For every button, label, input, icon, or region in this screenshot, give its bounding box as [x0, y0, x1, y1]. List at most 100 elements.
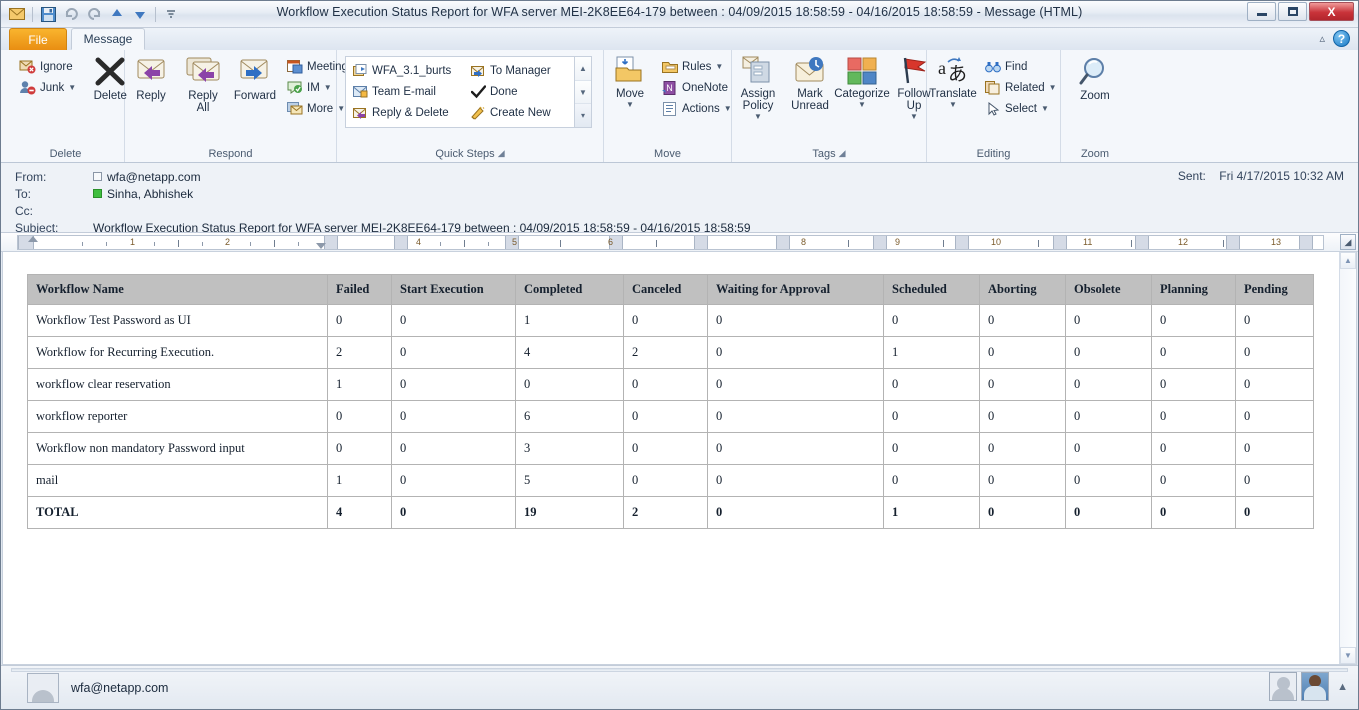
- ribbon-group-respond: Reply Reply All Forward Meeting IM ▼ Mor…: [125, 50, 348, 162]
- first-line-indent-marker[interactable]: [28, 236, 38, 242]
- rules-button[interactable]: Rules ▼: [658, 56, 736, 77]
- find-label: Find: [1005, 60, 1028, 73]
- ruler-track[interactable]: 1 2 4 5 6 8 9 10 11 12 13: [17, 235, 1324, 250]
- quick-step-label: Create New: [490, 106, 551, 119]
- recipient-avatar-photo[interactable]: [1301, 672, 1330, 701]
- scroll-up-icon[interactable]: ▲: [1340, 252, 1356, 269]
- help-icon[interactable]: ?: [1333, 30, 1350, 47]
- delete-label: Delete: [93, 90, 127, 102]
- related-button[interactable]: Related ▼: [981, 77, 1061, 98]
- vertical-scrollbar[interactable]: ▲ ▼: [1339, 252, 1356, 664]
- close-button[interactable]: X: [1309, 2, 1354, 21]
- ribbon-group-move: Move ▼ Rules ▼ N OneNote Actions ▼ Move: [604, 50, 732, 162]
- cell-total-failed: 4: [327, 496, 392, 529]
- presence-icon: [93, 172, 102, 181]
- quick-step-reply-delete[interactable]: Reply & Delete: [349, 102, 464, 123]
- from-label: From:: [15, 169, 47, 184]
- chevron-down-icon[interactable]: ▼: [626, 100, 634, 109]
- cell-start-execution: 0: [391, 304, 516, 337]
- quick-step-create-new[interactable]: Create New: [467, 102, 574, 123]
- cell-planning: 0: [1151, 304, 1236, 337]
- quick-step-team-email[interactable]: Team E-mail: [349, 81, 464, 102]
- move-button[interactable]: Move ▼: [604, 54, 656, 109]
- cc-row: Cc:: [1, 202, 1358, 219]
- left-indent-marker[interactable]: [316, 243, 326, 249]
- junk-button[interactable]: Junk ▼: [15, 77, 80, 98]
- find-button[interactable]: Find: [981, 56, 1061, 77]
- quick-steps-scrollbar[interactable]: ▲ ▼ ▾: [574, 57, 591, 128]
- scroll-track[interactable]: [1340, 269, 1356, 647]
- scroll-down-icon[interactable]: ▼: [1340, 647, 1356, 664]
- cell-aborting: 0: [979, 400, 1066, 433]
- svg-text:a: a: [938, 58, 946, 78]
- junk-icon: [19, 80, 36, 95]
- onenote-button[interactable]: N OneNote: [658, 77, 736, 98]
- reply-all-button[interactable]: Reply All: [177, 54, 229, 114]
- window-controls: X: [1247, 2, 1354, 21]
- chevron-down-icon[interactable]: ▼: [724, 104, 732, 113]
- forward-button[interactable]: Forward: [229, 54, 281, 102]
- collapse-ribbon-icon[interactable]: ▵: [1319, 32, 1325, 45]
- expand-people-pane-icon[interactable]: ▲: [1337, 681, 1348, 693]
- cell-total-start-execution: 0: [391, 496, 516, 529]
- cell-scheduled: 1: [883, 336, 980, 369]
- cell-failed: 0: [327, 400, 392, 433]
- chevron-down-icon[interactable]: ▼: [1041, 104, 1049, 113]
- dialog-launcher-icon[interactable]: ◢: [498, 148, 505, 159]
- cell-obsolete: 0: [1065, 304, 1152, 337]
- quickstep-teamemail-icon: [353, 85, 368, 99]
- from-value[interactable]: wfa@netapp.com: [93, 170, 201, 184]
- chevron-down-icon[interactable]: ▼: [324, 83, 332, 92]
- col-completed: Completed: [515, 274, 624, 305]
- chevron-down-icon[interactable]: ▼: [1049, 83, 1057, 92]
- chevron-down-icon[interactable]: ▼: [858, 100, 866, 109]
- quick-step-done[interactable]: Done: [467, 81, 574, 102]
- cell-obsolete: 0: [1065, 464, 1152, 497]
- quick-step-label: To Manager: [490, 64, 551, 77]
- reply-all-icon: [184, 56, 222, 88]
- im-label: IM: [307, 81, 320, 94]
- chevron-down-icon[interactable]: ▼: [754, 112, 762, 121]
- chevron-down-icon[interactable]: ▼: [949, 100, 957, 109]
- quick-step-to-manager[interactable]: To Manager: [467, 60, 574, 81]
- ruler-tab-selector[interactable]: ◢: [1340, 234, 1356, 250]
- move-label: Move: [615, 88, 645, 100]
- categorize-button[interactable]: Categorize ▼: [834, 54, 890, 109]
- cell-canceled: 2: [623, 336, 708, 369]
- assign-policy-button[interactable]: Assign Policy ▼: [732, 54, 784, 121]
- recipient-avatar[interactable]: [1269, 672, 1298, 701]
- group-label-respond: Respond: [208, 147, 253, 160]
- people-pane-avatars: ▲: [1269, 672, 1348, 701]
- sender-avatar[interactable]: [27, 672, 59, 703]
- mark-unread-button[interactable]: Mark Unread: [784, 54, 836, 112]
- col-obsolete: Obsolete: [1065, 274, 1152, 305]
- select-button[interactable]: Select ▼: [981, 98, 1061, 119]
- quick-step-wfa[interactable]: WFA_3.1_burts: [349, 60, 464, 81]
- to-value[interactable]: Sinha, Abhishek: [93, 187, 193, 201]
- quick-steps-scroll-down[interactable]: ▼: [575, 80, 591, 105]
- chevron-down-icon[interactable]: ▼: [910, 112, 918, 121]
- col-waiting-for-approval: Waiting for Approval: [707, 274, 884, 305]
- cell-completed: 1: [515, 304, 624, 337]
- tab-message[interactable]: Message: [71, 28, 145, 50]
- ignore-button[interactable]: Ignore: [15, 56, 80, 77]
- minimize-button[interactable]: [1247, 2, 1276, 21]
- chevron-down-icon[interactable]: ▼: [715, 62, 723, 71]
- quick-steps-scroll-up[interactable]: ▲: [575, 57, 591, 81]
- tab-file[interactable]: File: [9, 28, 67, 50]
- horizontal-ruler[interactable]: 1 2 4 5 6 8 9 10 11 12 13 ◢: [1, 233, 1358, 252]
- actions-button[interactable]: Actions ▼: [658, 98, 736, 119]
- quick-steps-gallery[interactable]: WFA_3.1_burts Team E-mail Reply & Delete…: [345, 56, 592, 128]
- maximize-button[interactable]: [1278, 2, 1307, 21]
- from-email: wfa@netapp.com: [107, 169, 201, 184]
- cell-total-canceled: 2: [623, 496, 708, 529]
- zoom-label: Zoom: [1080, 90, 1110, 102]
- cell-scheduled: 0: [883, 304, 980, 337]
- chevron-down-icon[interactable]: ▼: [68, 83, 76, 92]
- reply-button[interactable]: Reply: [125, 54, 177, 102]
- cell-total-planning: 0: [1151, 496, 1236, 529]
- dialog-launcher-icon[interactable]: ◢: [839, 148, 846, 159]
- translate-button[interactable]: aあ Translate ▼: [927, 54, 979, 109]
- quick-steps-more[interactable]: ▾: [575, 104, 591, 128]
- zoom-button[interactable]: Zoom: [1069, 54, 1121, 102]
